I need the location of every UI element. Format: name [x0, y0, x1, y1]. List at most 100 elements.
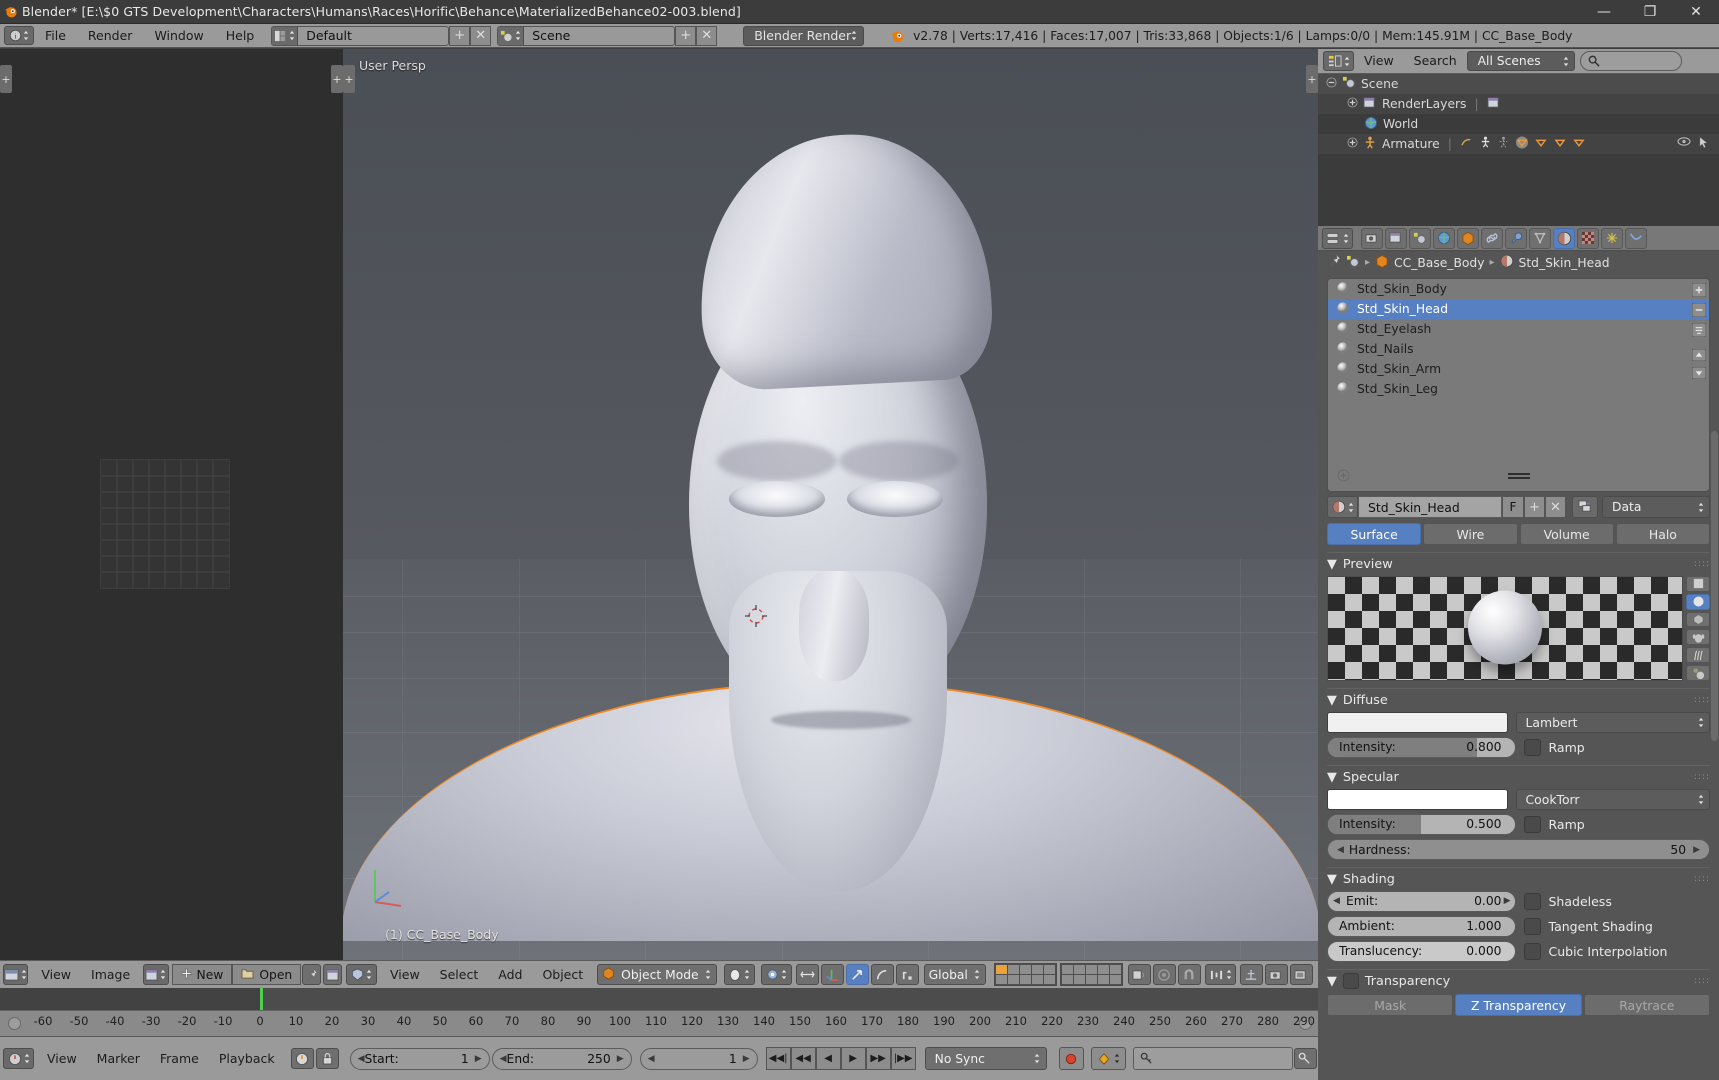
new-image-button[interactable]: New — [171, 964, 233, 985]
render-opengl-anim-icon[interactable] — [1289, 964, 1313, 985]
material-slot-row-selected[interactable]: Std_Skin_Head — [1328, 299, 1709, 319]
preview-hair-icon[interactable] — [1686, 647, 1710, 664]
tab-constraints-icon[interactable] — [1481, 227, 1503, 249]
uv-menu-view[interactable]: View — [31, 961, 81, 989]
layer-group-2[interactable] — [1059, 963, 1123, 986]
checkbox-icon[interactable] — [1523, 816, 1541, 833]
material-slot-row[interactable]: Std_Eyelash — [1328, 319, 1709, 339]
specular-hardness-field[interactable]: ◀ Hardness: 50 ▶ — [1327, 839, 1710, 860]
close-button[interactable]: ✕ — [1673, 0, 1719, 24]
panel-header-shading[interactable]: ▼ Shading :::: — [1327, 867, 1710, 887]
increment-icon[interactable]: ▶ — [743, 1054, 750, 1064]
move-slot-down-button[interactable] — [1691, 366, 1707, 382]
tangent-shading-checkbox[interactable]: Tangent Shading — [1523, 916, 1711, 937]
specular-shader-selector[interactable]: CookTorr — [1515, 789, 1710, 810]
current-frame-field[interactable]: ◀ 1 ▶ — [639, 1047, 758, 1070]
timeline-editor-type-selector[interactable] — [3, 1048, 34, 1069]
sync-mode-selector[interactable]: No Sync — [924, 1047, 1047, 1070]
menu-render[interactable]: Render — [77, 24, 144, 48]
tab-raytrace[interactable]: Raytrace — [1583, 994, 1710, 1016]
tab-material-icon[interactable] — [1553, 227, 1575, 249]
increment-icon[interactable]: ▶ — [617, 1054, 624, 1064]
interaction-mode-selector[interactable]: Object Mode — [597, 964, 717, 985]
tab-particles-icon[interactable] — [1601, 227, 1623, 249]
lock-icon[interactable] — [315, 1048, 339, 1069]
viewport-menu-select[interactable]: Select — [430, 961, 489, 989]
delete-scene-button[interactable]: ✕ — [696, 25, 718, 46]
renderability-toggle-icon[interactable] — [1553, 136, 1567, 152]
panel-grip[interactable]: :::: — [1694, 559, 1710, 569]
shadeless-checkbox[interactable]: Shadeless — [1523, 891, 1711, 912]
decrement-icon[interactable]: ◀ — [648, 1054, 655, 1064]
uv-image-browse-selector[interactable] — [143, 964, 169, 985]
decrement-icon[interactable]: ◀ — [1333, 892, 1340, 911]
panel-grip[interactable]: :::: — [1694, 695, 1710, 705]
open-image-button[interactable]: Open — [232, 964, 302, 985]
screen-layout-selector[interactable]: Default — [271, 25, 450, 46]
material-slot-row[interactable]: Std_Skin_Body — [1328, 279, 1709, 299]
outliner-editor[interactable]: View Search All Scenes Scene RenderLayer… — [1318, 49, 1719, 226]
specular-intensity-slider[interactable]: Intensity: 0.500 — [1327, 814, 1516, 835]
translate-manipulator-icon[interactable] — [820, 964, 844, 985]
increment-icon[interactable]: ▶ — [1504, 892, 1511, 911]
checkbox-icon[interactable] — [1523, 739, 1541, 756]
panel-grip[interactable]: :::: — [1694, 772, 1710, 782]
tab-scene-icon[interactable] — [1409, 227, 1431, 249]
translucency-field[interactable]: Translucency: 0.000 — [1327, 941, 1516, 962]
menu-window[interactable]: Window — [143, 24, 214, 48]
material-slot-row[interactable]: Std_Skin_Leg — [1328, 379, 1709, 399]
manipulator-rotate-toggle[interactable] — [870, 964, 894, 985]
properties-scrollbar[interactable] — [1711, 431, 1718, 741]
decrement-icon[interactable]: ◀ — [1337, 845, 1344, 855]
active-keying-set-field[interactable] — [1132, 1047, 1293, 1070]
increment-icon[interactable]: ▶ — [475, 1054, 482, 1064]
tab-volume[interactable]: Volume — [1519, 523, 1614, 545]
viewport-editor-type-selector[interactable] — [346, 964, 377, 985]
snap-element-selector[interactable] — [1204, 964, 1236, 985]
tab-texture-icon[interactable] — [1577, 227, 1599, 249]
material-preview[interactable] — [1327, 576, 1710, 681]
tab-data-icon[interactable] — [1529, 227, 1551, 249]
scene-selector[interactable]: Scene — [497, 25, 676, 46]
insert-keyframe-icon[interactable] — [1293, 1048, 1317, 1069]
diffuse-intensity-slider[interactable]: Intensity: 0.800 — [1327, 737, 1516, 758]
delete-screen-button[interactable]: ✕ — [470, 25, 492, 46]
ambient-field[interactable]: Ambient: 1.000 — [1327, 916, 1516, 937]
timeline-menu-marker[interactable]: Marker — [87, 1045, 150, 1073]
decrement-icon[interactable]: ◀ — [500, 1054, 507, 1064]
viewport-left-panel-toggle[interactable]: + — [343, 65, 355, 93]
uv-editor-type-selector[interactable] — [3, 964, 29, 985]
pin-icon[interactable] — [1327, 254, 1341, 271]
next-keyframe-button[interactable]: ▶▶ — [865, 1047, 891, 1070]
image-datablock-icon[interactable] — [323, 964, 342, 985]
tab-physics-icon[interactable] — [1625, 227, 1647, 249]
outliner-row-armature[interactable]: Armature | — [1318, 134, 1719, 154]
diffuse-color-swatch[interactable] — [1327, 712, 1508, 733]
outliner-display-mode-selector[interactable]: All Scenes — [1466, 51, 1575, 71]
transparency-enable-checkbox[interactable] — [1342, 973, 1359, 989]
scene-layers[interactable] — [993, 963, 1123, 986]
timeline-ruler[interactable]: -60 -50 -40 -30 -20 -10 0 10 20 30 40 50… — [0, 1010, 1318, 1036]
play-button[interactable]: ▶ — [840, 1047, 866, 1070]
collapse-icon[interactable] — [1326, 77, 1337, 91]
keying-set-selector[interactable] — [1090, 1047, 1126, 1070]
pin-icon[interactable] — [302, 964, 322, 985]
tab-wire[interactable]: Wire — [1423, 523, 1518, 545]
lock-to-scene-icon[interactable] — [1127, 964, 1151, 985]
snap-target-icon[interactable] — [1152, 964, 1176, 985]
panel-grip[interactable]: :::: — [1694, 976, 1710, 986]
material-slot-row[interactable]: Std_Nails — [1328, 339, 1709, 359]
diffuse-shader-selector[interactable]: Lambert — [1515, 712, 1710, 733]
panel-grip[interactable]: :::: — [1694, 874, 1710, 884]
checkbox-icon[interactable] — [1523, 893, 1541, 910]
record-button[interactable] — [1058, 1047, 1084, 1070]
properties-editor-type-selector[interactable] — [1322, 227, 1353, 249]
armature-bones-icon[interactable] — [1497, 136, 1510, 152]
preview-world-icon[interactable] — [1686, 665, 1710, 681]
tab-render-layers-icon[interactable] — [1385, 227, 1407, 249]
expand-icon[interactable] — [1347, 97, 1358, 111]
uv-menu-image[interactable]: Image — [81, 961, 140, 989]
selectability-toggle-icon[interactable] — [1534, 136, 1548, 152]
preview-flat-icon[interactable] — [1686, 576, 1710, 592]
manipulator-scale-toggle[interactable] — [895, 964, 919, 985]
